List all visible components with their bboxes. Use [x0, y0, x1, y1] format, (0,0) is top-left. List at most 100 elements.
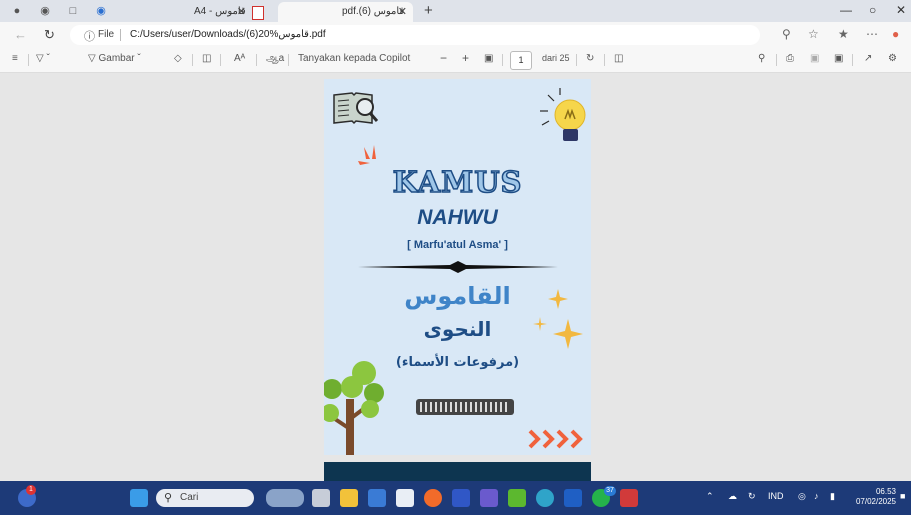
- divider: [852, 54, 853, 66]
- lightbulb-icon: [540, 88, 586, 141]
- page-number-input[interactable]: 1: [510, 51, 532, 70]
- draw-icon: ▽: [88, 53, 96, 64]
- fit-icon[interactable]: ▣: [484, 53, 493, 64]
- url-text: C:/Users/user/Downloads/(6)20%قاموس.pdf: [130, 29, 326, 40]
- taskbar-search[interactable]: ⚲ Cari: [156, 489, 254, 507]
- notepad-icon[interactable]: [396, 489, 414, 507]
- save-icon[interactable]: ▣: [810, 53, 819, 64]
- divider: [776, 54, 777, 66]
- tray-icon[interactable]: ☁: [728, 491, 737, 502]
- chevron-arrows-decor: [528, 429, 583, 449]
- save-as-icon[interactable]: ▣: [834, 53, 843, 64]
- workspaces-icon[interactable]: ◉: [38, 4, 52, 18]
- close-icon[interactable]: ✕: [398, 2, 407, 22]
- pdf-page-1: KAMUS NAHWU [ Marfu'atul Asma' ] القاموس…: [324, 79, 591, 455]
- wifi-icon[interactable]: ◎: [798, 491, 806, 502]
- tab-kamus-pdf[interactable]: pdf.(6) قاموس ✕: [278, 2, 413, 22]
- clock-date: 07/02/2025: [855, 497, 896, 506]
- divider: [120, 29, 121, 41]
- copilot-icon[interactable]: ●: [892, 27, 899, 41]
- divider: [192, 54, 193, 66]
- more-icon[interactable]: ⋯: [866, 27, 878, 41]
- tab-a4[interactable]: A4 - قاموس ✕: [186, 2, 266, 22]
- back-icon[interactable]: ←: [14, 27, 27, 42]
- clock-time: 06.53: [875, 487, 896, 496]
- volume-icon[interactable]: ♪: [814, 491, 819, 501]
- tab-actions-icon[interactable]: □: [66, 4, 80, 18]
- sparkle-icon: [533, 289, 583, 349]
- notification-icon[interactable]: ■: [900, 491, 905, 501]
- widget-icon[interactable]: [266, 489, 304, 507]
- profile-icon[interactable]: ●: [10, 4, 24, 18]
- page-total: dari 25: [542, 53, 570, 63]
- document-subtitle: NAHWU: [417, 206, 498, 229]
- pdf-toolbar: ≡ ▽ ˇ ▽ Gambar ˇ ◇ ◫ Aᴬ ஆa Tanyakan kepa…: [0, 48, 911, 73]
- info-icon[interactable]: ⓘ: [84, 28, 95, 44]
- read-aloud-button[interactable]: Aᴬ: [234, 53, 245, 64]
- settings-icon[interactable]: ⚙: [888, 53, 897, 64]
- document-title: KAMUS: [392, 164, 523, 200]
- contents-icon[interactable]: ≡: [12, 53, 18, 64]
- app-icon-3[interactable]: [508, 489, 526, 507]
- minimize-icon[interactable]: —: [840, 3, 852, 17]
- sync-icon[interactable]: ↻: [748, 491, 756, 502]
- barcode-decor: [416, 399, 514, 415]
- window-close-icon[interactable]: ✕: [896, 3, 906, 17]
- whatsapp-badge: 37: [604, 486, 616, 496]
- divider: [604, 54, 605, 66]
- search-icon: ⚲: [164, 492, 173, 504]
- pdf-page-2: [324, 462, 591, 481]
- draw-label: Gambar: [98, 53, 135, 64]
- filter-icon[interactable]: ▽ ˇ: [36, 53, 50, 64]
- language-indicator[interactable]: IND: [768, 491, 784, 501]
- app-icon-2[interactable]: [480, 489, 498, 507]
- task-view-icon[interactable]: [312, 489, 330, 507]
- rotate-icon[interactable]: ↻: [586, 53, 594, 64]
- url-field[interactable]: ⓘ File C:/Users/user/Downloads/(6)20%قام…: [70, 25, 760, 45]
- fullscreen-icon[interactable]: ↗: [864, 53, 872, 64]
- edge-icon[interactable]: ◉: [94, 4, 108, 18]
- app-icon[interactable]: [452, 489, 470, 507]
- refresh-icon[interactable]: ↻: [44, 27, 55, 43]
- document-author: [ Marfu'atul Asma' ]: [407, 239, 508, 251]
- firefox-icon[interactable]: [424, 489, 442, 507]
- chevron-up-icon[interactable]: ⌃: [706, 491, 714, 502]
- edge-icon[interactable]: [536, 489, 554, 507]
- taskbar: 1 ⚲ Cari 37 ⌃ ☁ ↻ IND ◎ ♪ ▮ 06.53 07/02/…: [0, 481, 911, 515]
- eraser-icon[interactable]: ◇: [174, 53, 182, 64]
- close-icon[interactable]: ✕: [237, 2, 246, 22]
- tree-icon: [324, 361, 384, 455]
- book-icon: [333, 92, 378, 125]
- address-bar: ← ↻ ⓘ File C:/Users/user/Downloads/(6)20…: [0, 22, 911, 48]
- word-icon[interactable]: [564, 489, 582, 507]
- windows-start-icon[interactable]: [130, 489, 148, 507]
- favorites-icon[interactable]: ★: [838, 27, 849, 41]
- divider: [502, 54, 503, 66]
- search-icon[interactable]: ⚲: [758, 53, 765, 64]
- store-icon[interactable]: [368, 489, 386, 507]
- clock[interactable]: 06.53 07/02/2025: [850, 487, 896, 507]
- search-placeholder: Cari: [180, 492, 199, 503]
- divider: [256, 54, 257, 66]
- zoom-in-button[interactable]: +: [462, 51, 469, 65]
- two-page-icon[interactable]: ◫: [614, 53, 623, 64]
- pdf-icon: [252, 6, 264, 20]
- draw-button[interactable]: ▽ Gambar ˇ: [88, 53, 141, 64]
- title-bar: ● ◉ □ ◉ A4 - قاموس ✕ pdf.(6) قاموس ✕ + —…: [0, 0, 911, 22]
- new-tab-icon[interactable]: +: [424, 2, 433, 19]
- tab-label: pdf.(6) قاموس: [342, 6, 405, 17]
- file-explorer-icon[interactable]: [340, 489, 358, 507]
- print-icon[interactable]: ⎙: [786, 53, 794, 64]
- restore-icon[interactable]: ○: [869, 3, 876, 17]
- app-icon-4[interactable]: [620, 489, 638, 507]
- pdf-viewer[interactable]: KAMUS NAHWU [ Marfu'atul Asma' ] القاموس…: [0, 73, 911, 481]
- zoom-icon[interactable]: ⚲: [782, 27, 791, 41]
- divider: [220, 54, 221, 66]
- translate-button[interactable]: ஆa: [266, 53, 284, 65]
- view-icon[interactable]: ◫: [202, 53, 211, 64]
- zoom-out-button[interactable]: −: [440, 51, 447, 65]
- favorite-icon[interactable]: ☆: [808, 27, 819, 41]
- copilot-button[interactable]: Tanyakan kepada Copilot: [298, 53, 410, 64]
- battery-icon[interactable]: ▮: [830, 491, 835, 502]
- divider: [28, 54, 29, 66]
